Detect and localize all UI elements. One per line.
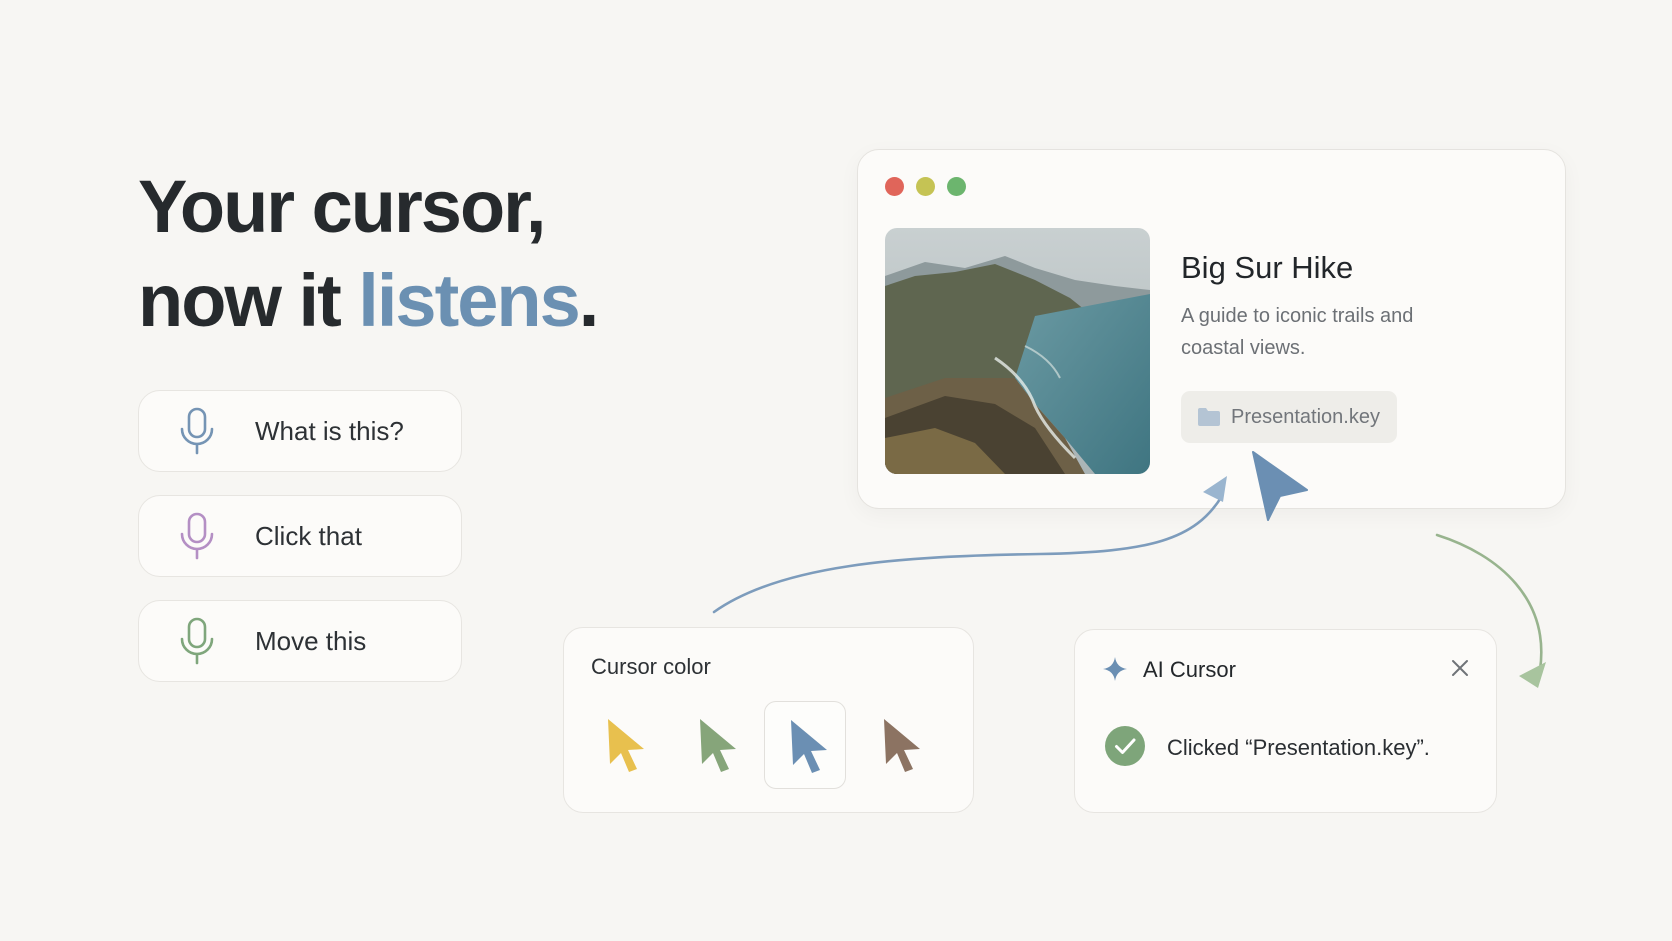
check-circle-icon xyxy=(1105,726,1145,766)
card-title: Big Sur Hike xyxy=(1181,250,1354,285)
voice-command-label: Move this xyxy=(255,625,367,656)
cursor-arrow-icon xyxy=(791,720,827,773)
green-connector-arrowhead xyxy=(1519,662,1546,688)
big-sur-coast-photo xyxy=(885,228,1150,474)
blue-connector-line xyxy=(712,494,1224,614)
cursor-color-title: Cursor color xyxy=(591,654,711,679)
folder-icon xyxy=(1198,408,1220,426)
toast-title: AI Cursor xyxy=(1143,657,1236,682)
window-minimize-button[interactable] xyxy=(916,177,935,196)
cursor-color-panel: Cursor color xyxy=(563,627,974,813)
headline-accent: listens xyxy=(358,259,580,342)
microphone-icon xyxy=(180,512,214,560)
sparkle-icon xyxy=(1103,657,1127,681)
voice-command-click-that[interactable]: Click that xyxy=(138,495,462,577)
cursor-swatch-green[interactable] xyxy=(674,701,756,789)
headline-line-2: now it listens. xyxy=(138,254,600,348)
cursor-swatch-yellow[interactable] xyxy=(582,701,664,789)
voice-command-move-this[interactable]: Move this xyxy=(138,600,462,682)
voice-command-label: Click that xyxy=(255,520,362,551)
microphone-icon xyxy=(180,617,214,665)
file-name: Presentation.key xyxy=(1231,405,1380,428)
hero-headline: Your cursor, now it listens. xyxy=(138,160,600,348)
headline-prefix: now it xyxy=(138,259,359,342)
voice-command-what-is-this[interactable]: What is this? xyxy=(138,390,462,472)
microphone-icon xyxy=(180,407,214,455)
voice-command-label: What is this? xyxy=(255,415,404,446)
ai-cursor-toast: AI Cursor Clicked “Presentation.key”. xyxy=(1074,629,1497,813)
card-description: A guide to iconic trails and coastal vie… xyxy=(1181,305,1414,359)
cursor-swatch-blue[interactable] xyxy=(764,701,846,789)
cursor-arrow-icon xyxy=(700,719,736,772)
file-chip-presentation[interactable]: Presentation.key xyxy=(1181,391,1397,443)
cursor-swatch-brown[interactable] xyxy=(858,701,940,789)
toast-message: Clicked “Presentation.key”. xyxy=(1167,735,1430,760)
window-zoom-button[interactable] xyxy=(947,177,966,196)
close-icon[interactable] xyxy=(1450,658,1470,678)
window-close-button[interactable] xyxy=(885,177,904,196)
headline-suffix: . xyxy=(578,259,600,342)
cursor-arrow-icon xyxy=(884,719,920,772)
headline-line-1: Your cursor, xyxy=(138,165,546,248)
browser-window: Big Sur Hike A guide to iconic trails an… xyxy=(857,149,1566,509)
cursor-arrow-icon xyxy=(608,719,644,772)
